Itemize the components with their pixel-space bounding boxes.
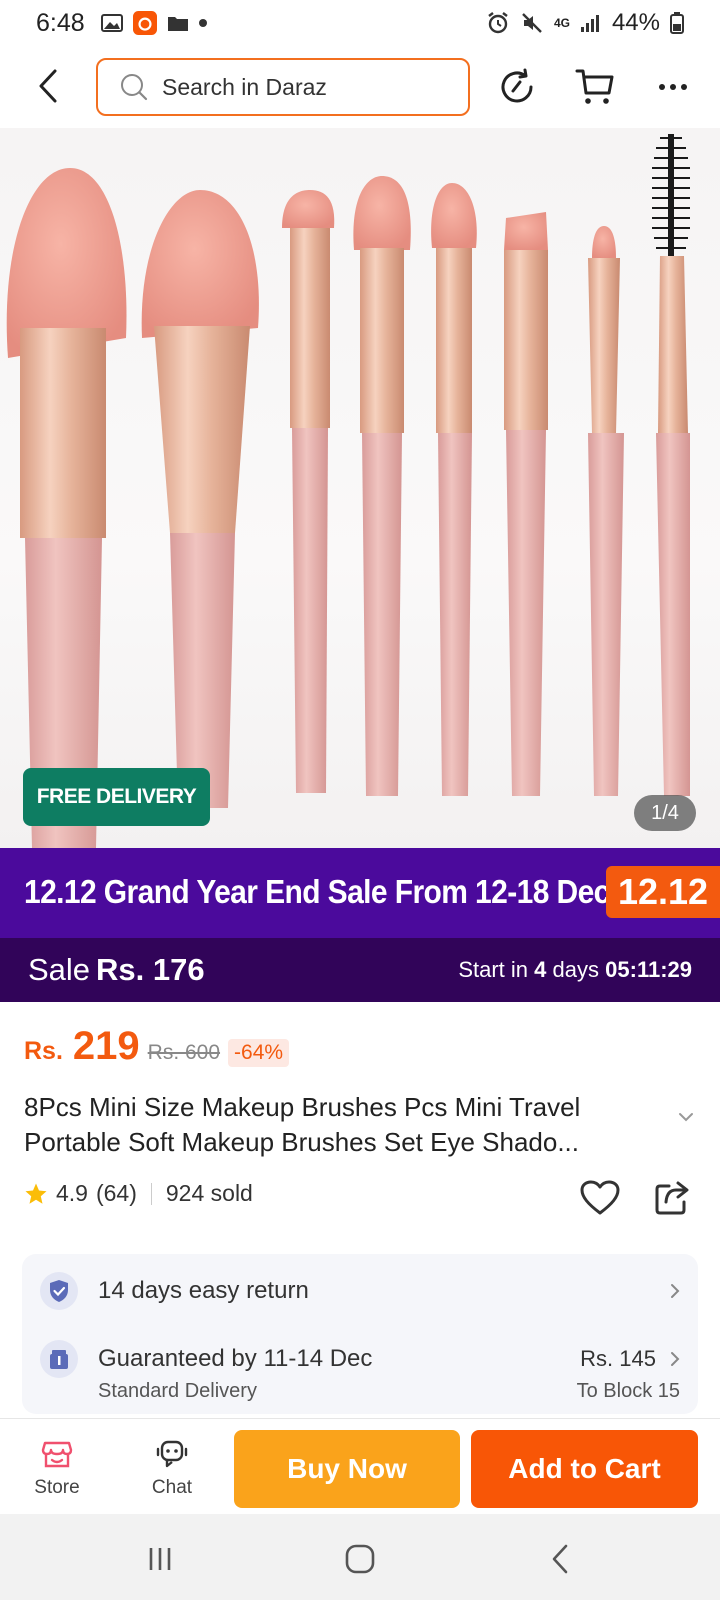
chat-bot-icon — [156, 1440, 188, 1468]
network-type: 4G — [553, 16, 570, 30]
delivery-price-wrap: Rs. 145 — [580, 1346, 680, 1372]
image-counter: 1/4 — [634, 795, 696, 831]
delivery-row[interactable]: Guaranteed by 11-14 Dec Rs. 145 — [40, 1340, 680, 1378]
chevron-right-icon — [671, 1284, 680, 1298]
service-info-card: 14 days easy return Guaranteed by 11-14 … — [22, 1254, 698, 1414]
delivery-location: To Block 15 — [576, 1380, 680, 1402]
status-time: 6:48 — [36, 8, 85, 37]
countdown-days: 4 — [534, 957, 547, 982]
daraz-notification-icon — [132, 11, 157, 35]
gallery-notification-icon — [100, 14, 123, 32]
recent-apps-button[interactable] — [140, 1542, 180, 1576]
product-image — [6, 134, 690, 848]
chat-button[interactable]: Chat — [132, 1437, 212, 1499]
rating-score: 4.9 — [56, 1180, 88, 1206]
recent-apps-icon — [149, 1548, 171, 1570]
delivery-type: Standard Delivery — [98, 1380, 257, 1402]
history-button[interactable] — [496, 66, 538, 108]
sale-price: Rs. 176 — [96, 952, 205, 987]
signal-icon — [580, 15, 599, 32]
chevron-left-icon — [39, 69, 57, 103]
product-image-gallery[interactable]: FREE DELIVERY 1/4 — [0, 128, 720, 848]
product-title[interactable]: 8Pcs Mini Size Makeup Brushes Pcs Mini T… — [24, 1090, 664, 1160]
system-back-icon — [552, 1544, 568, 1574]
return-shield-icon-wrapper — [40, 1272, 78, 1310]
expand-title-chevron-down-icon[interactable] — [678, 1112, 694, 1122]
sale-banner-text: 12.12 Grand Year End Sale From 12-18 Dec… — [24, 874, 697, 911]
sale-label: Sale — [28, 952, 91, 987]
sold-count: 924 sold — [165, 1180, 253, 1206]
current-price: 219 — [72, 1024, 140, 1068]
home-button[interactable] — [340, 1542, 380, 1576]
wishlist-heart-icon[interactable] — [580, 1180, 620, 1216]
discount-badge: -64% — [228, 1039, 290, 1067]
battery-icon — [670, 12, 684, 34]
alarm-icon — [488, 12, 508, 34]
status-bar: 6:48 4G 44% — [0, 0, 720, 46]
history-icon — [501, 68, 533, 103]
delivery-icon-wrapper — [40, 1340, 78, 1378]
search-placeholder: Search in Daraz — [162, 73, 327, 100]
product-title-line-2: Portable Soft Makeup Brushes Set Eye Sha… — [24, 1127, 579, 1157]
search-icon — [121, 74, 148, 101]
search-input[interactable]: Search in Daraz — [96, 58, 470, 116]
product-title-line-1: 8Pcs Mini Size Makeup Brushes Pcs Mini T… — [24, 1092, 581, 1122]
cart-icon — [575, 69, 614, 104]
chat-label: Chat — [151, 1477, 193, 1498]
system-back-button[interactable] — [540, 1542, 580, 1576]
rating-row[interactable]: 4.9 (64) 924 sold — [24, 1180, 253, 1207]
folder-notification-icon — [167, 17, 188, 31]
shield-check-icon — [50, 1280, 68, 1302]
store-label: Store — [34, 1477, 80, 1498]
system-navigation-bar — [0, 1514, 720, 1600]
review-count: (64) — [95, 1180, 137, 1206]
return-policy-text: 14 days easy return — [98, 1277, 309, 1304]
more-options-button[interactable] — [652, 66, 694, 108]
countdown-days-word: days — [552, 957, 600, 982]
share-icon[interactable] — [654, 1180, 690, 1216]
sale-countdown: Start in 4 days 05:11:29 — [458, 957, 692, 983]
store-button[interactable]: Store — [17, 1437, 97, 1499]
home-icon — [345, 1544, 375, 1574]
delivery-price: Rs. 145 — [580, 1346, 656, 1371]
back-button[interactable] — [30, 66, 66, 106]
star-icon — [25, 1183, 47, 1204]
free-delivery-badge: FREE DELIVERY — [23, 768, 210, 826]
flash-sale-bar: Sale Rs. 176 Start in 4 days 05:11:29 — [0, 938, 720, 1002]
countdown-timer: 05:11:29 — [605, 957, 692, 982]
top-navigation: Search in Daraz — [0, 56, 720, 116]
price-row: Rs. 219 Rs. 600 -64% — [24, 1024, 290, 1069]
battery-level: 44% — [611, 9, 660, 36]
return-policy-row[interactable]: 14 days easy return — [40, 1272, 680, 1310]
chevron-right-icon — [671, 1352, 680, 1366]
rating-divider — [150, 1182, 152, 1205]
add-to-cart-button[interactable]: Add to Cart — [471, 1430, 698, 1508]
delivery-guarantee-text: Guaranteed by 11-14 Dec — [98, 1345, 373, 1372]
mute-icon — [522, 13, 542, 33]
original-price: Rs. 600 — [147, 1041, 221, 1064]
more-notifications-dot-icon — [198, 19, 207, 27]
more-dots-icon — [659, 84, 687, 90]
bottom-action-bar: Store Chat Buy Now Add to Cart — [0, 1418, 720, 1514]
sale-banner[interactable]: 12.12 Grand Year End Sale From 12-18 Dec… — [0, 848, 720, 938]
delivery-box-icon — [50, 1350, 68, 1369]
return-policy-chevron-wrap — [670, 1283, 680, 1299]
price-currency: Rs. — [24, 1037, 63, 1065]
sale-campaign-tag: 12.12 — [606, 866, 720, 918]
countdown-prefix: Start in — [458, 957, 529, 982]
store-icon — [41, 1441, 73, 1468]
buy-now-button[interactable]: Buy Now — [234, 1430, 460, 1508]
cart-button[interactable] — [574, 66, 616, 108]
